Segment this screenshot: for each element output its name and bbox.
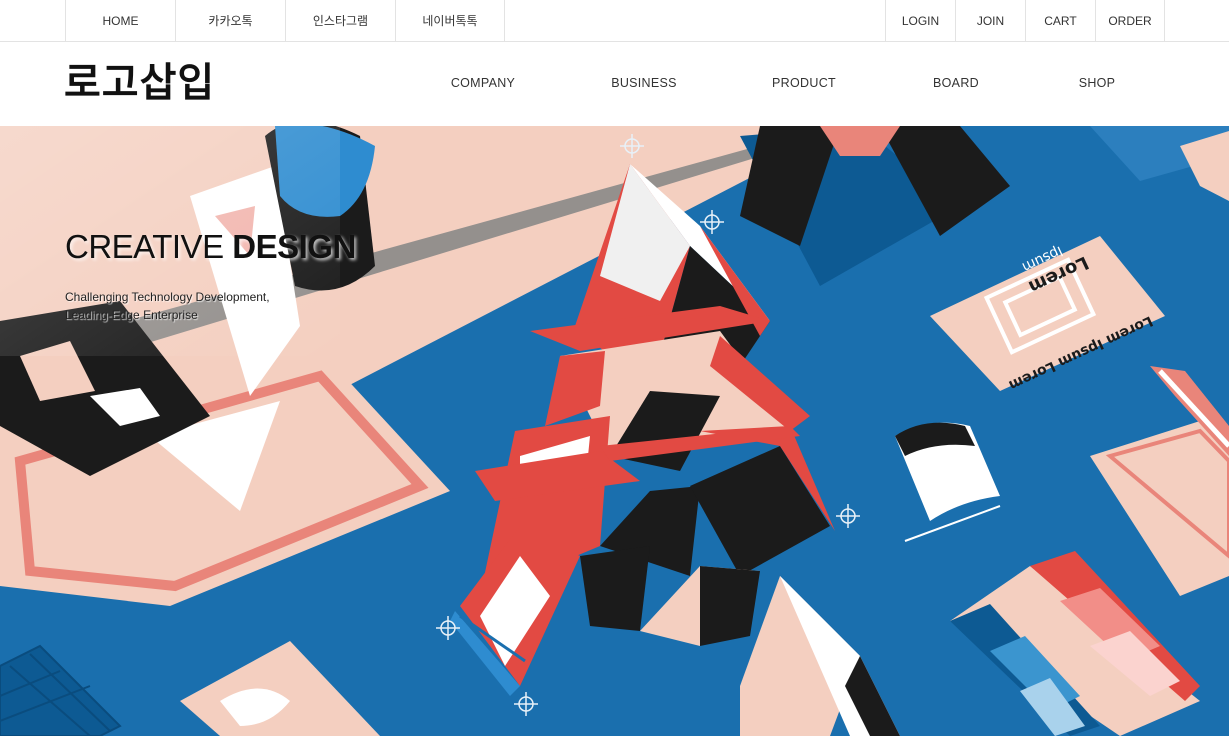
utility-links-left: HOME 카카오톡 인스타그램 네이버톡톡 <box>65 0 505 41</box>
hero-text-block: CREATIVE DESIGN Challenging Technology D… <box>65 228 356 324</box>
nav-board[interactable]: BOARD <box>933 76 979 90</box>
utility-links-right: LOGIN JOIN CART ORDER <box>885 0 1165 41</box>
cart-link[interactable]: CART <box>1025 0 1095 41</box>
order-link[interactable]: ORDER <box>1095 0 1165 41</box>
hero-subtitle-line-1: Challenging Technology Development, <box>65 290 270 304</box>
hero-title-light: CREATIVE <box>65 228 224 265</box>
home-link[interactable]: HOME <box>65 0 175 41</box>
nav-company[interactable]: COMPANY <box>451 76 515 90</box>
nav-product[interactable]: PRODUCT <box>772 76 836 90</box>
login-link[interactable]: LOGIN <box>885 0 955 41</box>
main-navigation: COMPANY BUSINESS PRODUCT BOARD SHOP <box>0 42 1229 126</box>
nav-business[interactable]: BUSINESS <box>611 76 677 90</box>
instagram-link[interactable]: 인스타그램 <box>285 0 395 41</box>
join-link[interactable]: JOIN <box>955 0 1025 41</box>
hero-banner: Lorem Ipsum Lorem Ipsum Lorem CREATIVE D… <box>0 126 1229 736</box>
kakaotalk-link[interactable]: 카카오톡 <box>175 0 285 41</box>
main-header: 로고삽입 COMPANY BUSINESS PRODUCT BOARD SHOP <box>0 42 1229 126</box>
nav-shop[interactable]: SHOP <box>1079 76 1116 90</box>
hero-subtitle-line-2: Leading-Edge Enterprise <box>65 308 198 322</box>
hero-illustration: Lorem Ipsum Lorem Ipsum Lorem <box>0 126 1229 736</box>
naver-talktalk-link[interactable]: 네이버톡톡 <box>395 0 505 41</box>
utility-bar: HOME 카카오톡 인스타그램 네이버톡톡 LOGIN JOIN CART OR… <box>0 0 1229 42</box>
hero-title-bold: DESIGN <box>232 228 356 265</box>
hero-title: CREATIVE DESIGN <box>65 228 356 266</box>
hero-subtitle: Challenging Technology Development, Lead… <box>65 288 356 324</box>
